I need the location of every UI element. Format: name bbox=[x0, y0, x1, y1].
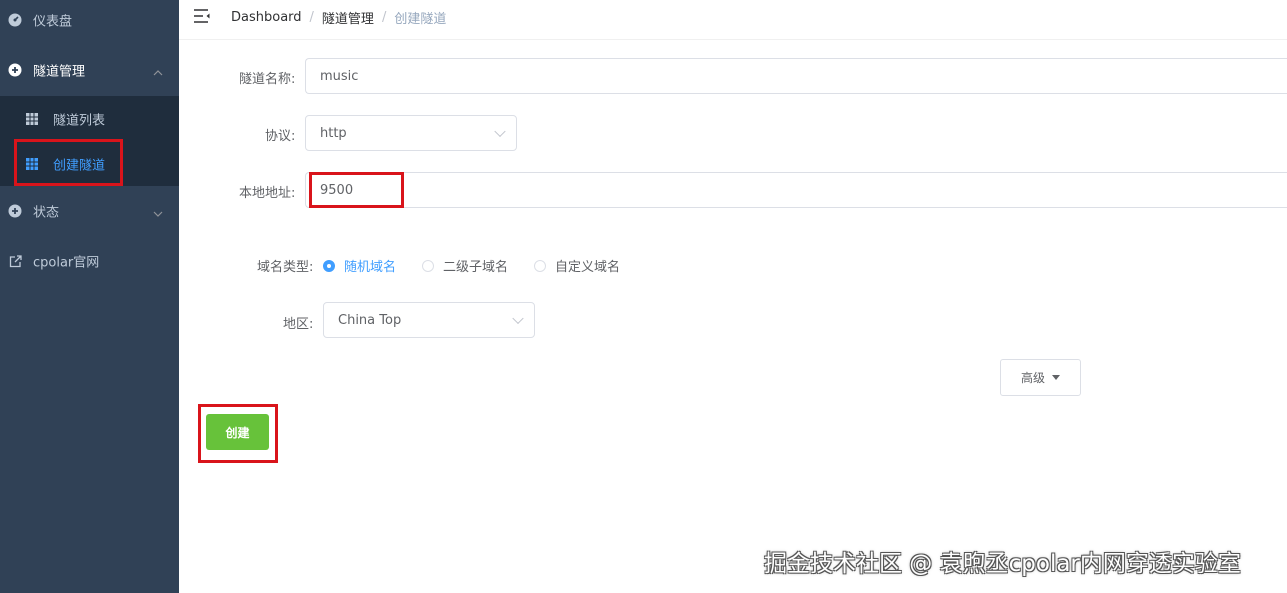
chevron-down-icon bbox=[512, 312, 524, 325]
menu-fold-icon[interactable] bbox=[194, 9, 210, 23]
breadcrumb-create-tunnel: 创建隧道 bbox=[394, 12, 447, 27]
sidebar-item-tunnel-management[interactable]: 隧道管理 bbox=[0, 45, 179, 95]
dashboard-icon bbox=[8, 13, 22, 27]
caret-down-icon bbox=[1052, 375, 1060, 380]
breadcrumb-dashboard[interactable]: Dashboard bbox=[231, 10, 302, 25]
sidebar-item-label: 仪表盘 bbox=[33, 14, 73, 30]
breadcrumb-tunnel-management[interactable]: 隧道管理 bbox=[322, 8, 374, 27]
highlight-box bbox=[309, 172, 404, 208]
sidebar: 仪表盘 隧道管理 隧道列表 创建隧道 状态 cpolar官网 bbox=[0, 0, 179, 593]
protocol-value: http bbox=[320, 125, 347, 141]
radio-random-domain[interactable]: 随机域名 bbox=[323, 256, 396, 275]
highlight-box bbox=[198, 404, 278, 463]
sidebar-item-official-site[interactable]: cpolar官网 bbox=[0, 236, 179, 286]
sidebar-item-label: 隧道管理 bbox=[33, 64, 86, 80]
chevron-down-icon bbox=[494, 125, 506, 138]
radio-label: 二级子域名 bbox=[443, 260, 509, 275]
sidebar-item-label: cpolar官网 bbox=[33, 255, 100, 271]
chevron-up-icon bbox=[153, 66, 163, 76]
breadcrumb-separator: / bbox=[309, 10, 314, 25]
navbar: Dashboard / 隧道管理 / 创建隧道 bbox=[179, 0, 1287, 40]
sidebar-item-status[interactable]: 状态 bbox=[0, 186, 179, 236]
watermark: 掘金技术社区 @ 袁煦丞cpolar内网穿透实验室 bbox=[764, 551, 1241, 577]
region-label: 地区: bbox=[283, 317, 314, 332]
domain-type-label: 域名类型: bbox=[257, 260, 314, 275]
tunnel-name-value: music bbox=[320, 68, 359, 84]
radio-dot bbox=[534, 259, 546, 272]
radio-dot bbox=[422, 259, 434, 272]
highlight-box bbox=[14, 139, 123, 186]
region-value: China Top bbox=[338, 312, 402, 328]
tunnel-name-label: 隧道名称: bbox=[239, 72, 296, 87]
advanced-button[interactable]: 高级 bbox=[1000, 359, 1081, 396]
local-address-input[interactable]: 9500 bbox=[305, 172, 1287, 208]
breadcrumb-separator: / bbox=[381, 10, 387, 25]
radio-label: 随机域名 bbox=[344, 260, 397, 275]
sidebar-item-dashboard[interactable]: 仪表盘 bbox=[0, 0, 179, 45]
chevron-down-icon bbox=[153, 207, 163, 217]
plus-circle-icon bbox=[8, 63, 22, 77]
radio-subdomain[interactable]: 二级子域名 bbox=[422, 256, 508, 275]
grid-icon bbox=[26, 112, 38, 125]
radio-label: 自定义域名 bbox=[555, 260, 621, 275]
sidebar-item-tunnel-list[interactable]: 隧道列表 bbox=[0, 96, 179, 141]
protocol-select[interactable]: http bbox=[305, 115, 517, 151]
breadcrumb: Dashboard / 隧道管理 / 创建隧道 bbox=[231, 8, 446, 27]
local-address-label: 本地地址: bbox=[239, 186, 296, 201]
tunnel-name-input[interactable]: music bbox=[305, 58, 1287, 94]
sidebar-item-label: 隧道列表 bbox=[53, 113, 106, 128]
sidebar-item-label: 状态 bbox=[33, 205, 60, 221]
protocol-label: 协议: bbox=[265, 129, 296, 144]
advanced-label: 高级 bbox=[1020, 371, 1045, 385]
radio-custom-domain[interactable]: 自定义域名 bbox=[534, 256, 620, 275]
external-link-icon bbox=[8, 254, 22, 268]
radio-dot bbox=[323, 259, 335, 272]
region-select[interactable]: China Top bbox=[323, 302, 535, 338]
plus-circle-icon bbox=[8, 204, 22, 218]
